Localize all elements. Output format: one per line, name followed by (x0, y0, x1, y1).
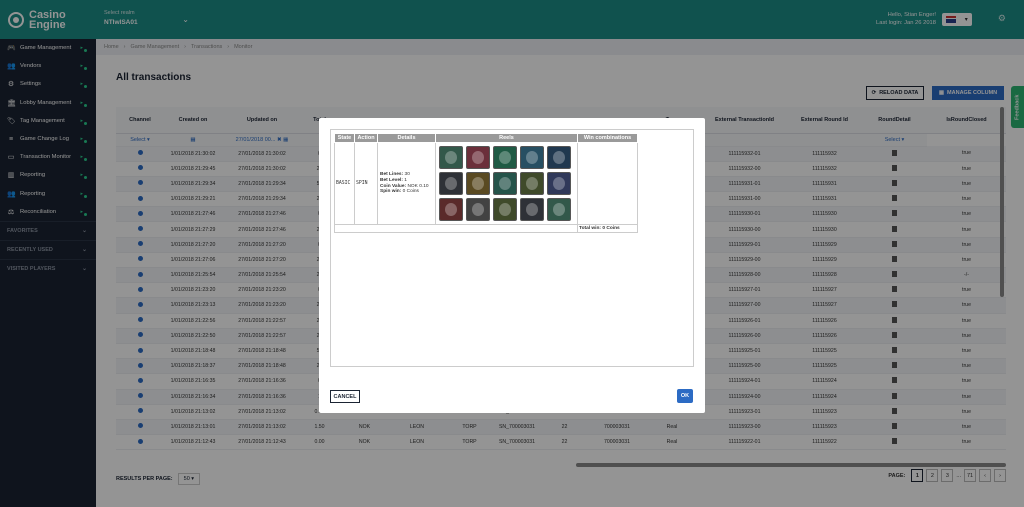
reel-symbol-icon (520, 198, 544, 221)
reel-symbol-icon (520, 172, 544, 195)
total-win: Total win: 0 Coins (577, 224, 638, 233)
state-cell: BASIC (334, 142, 355, 225)
reel-symbol-icon (520, 146, 544, 169)
win-combinations-cell (577, 142, 638, 225)
detail-value: 0 Coins (402, 189, 419, 195)
reel-symbol-icon (466, 198, 490, 221)
reels-grid (437, 144, 576, 223)
reel-symbol-icon (439, 198, 463, 221)
col-action: Action (354, 133, 378, 143)
detail-value: 30 (404, 172, 410, 178)
col-reels: Reels (435, 133, 578, 143)
cancel-button[interactable]: CANCEL (330, 390, 360, 403)
detail-key: Spin win: (380, 189, 402, 195)
col-win-combinations: Win combinations (577, 133, 638, 143)
reel-symbol-icon (547, 146, 571, 169)
reel-symbol-icon (547, 172, 571, 195)
col-state: State (334, 133, 355, 143)
col-details: Details (377, 133, 436, 143)
reel-symbol-icon (439, 146, 463, 169)
round-detail-modal: State Action Details Reels Win combinati… (319, 118, 705, 413)
reel-symbol-icon (493, 198, 517, 221)
details-cell: Bet Lines: 30 Bet Level: 1 Coin Value: NOK… (377, 142, 436, 225)
reel-symbol-icon (493, 146, 517, 169)
detail-key: Bet Level: (380, 177, 403, 183)
ok-button[interactable]: OK (677, 389, 693, 403)
reel-symbol-icon (466, 146, 490, 169)
detail-key: Coin Value: (380, 183, 407, 189)
detail-key: Bet Lines: (380, 172, 404, 178)
spin-detail-table: State Action Details Reels Win combinati… (334, 133, 638, 233)
reel-symbol-icon (439, 172, 463, 195)
total-spacer (334, 224, 578, 233)
detail-value: 1 (404, 177, 407, 183)
reel-symbol-icon (493, 172, 517, 195)
round-detail-frame: State Action Details Reels Win combinati… (330, 129, 694, 367)
reel-symbol-icon (547, 198, 571, 221)
detail-value: NOK 0.10 (407, 183, 429, 189)
detail-line: Spin win: 0 Coins (380, 189, 434, 195)
action-cell: SPIN (354, 142, 378, 225)
reel-symbol-icon (466, 172, 490, 195)
reels-cell (435, 142, 578, 225)
